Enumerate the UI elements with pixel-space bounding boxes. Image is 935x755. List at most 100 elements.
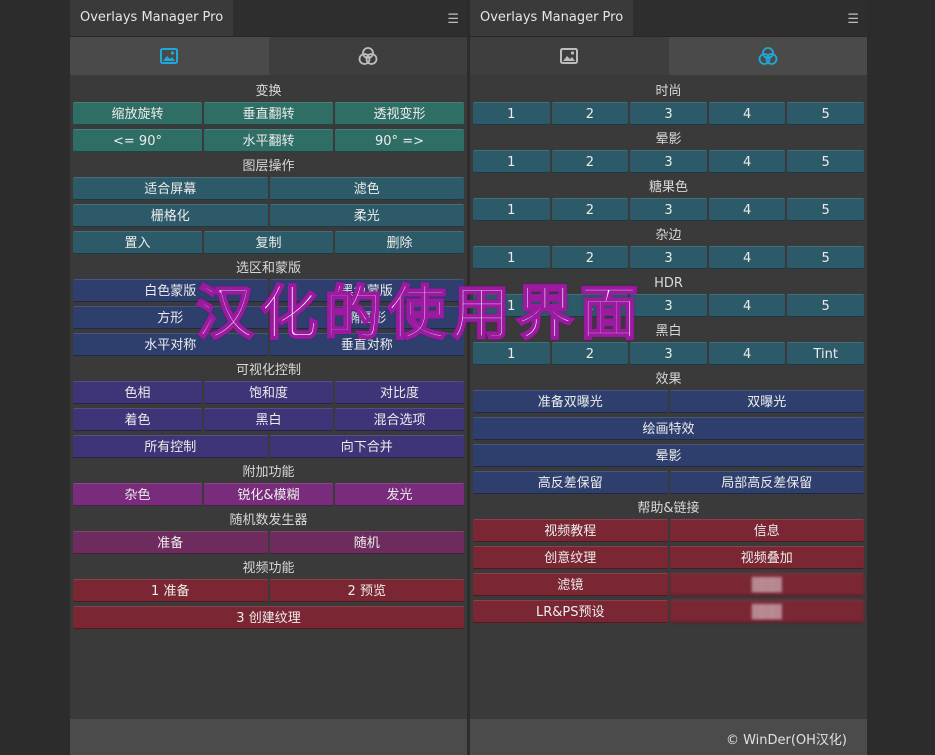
action-button[interactable]: 随机 xyxy=(269,531,464,554)
color-mode-tab[interactable] xyxy=(268,37,467,75)
action-button[interactable]: 局部高反差保留 xyxy=(669,471,864,494)
image-icon xyxy=(560,48,579,64)
action-button[interactable]: 4 xyxy=(708,150,786,173)
action-button[interactable]: 杂色 xyxy=(73,483,202,506)
action-button[interactable]: 3 xyxy=(630,102,707,125)
action-button[interactable]: 准备 xyxy=(73,531,268,554)
action-button[interactable]: 4 xyxy=(708,102,786,125)
action-button[interactable]: 适合屏幕 xyxy=(73,177,268,200)
action-button[interactable]: 视频教程 xyxy=(473,519,668,542)
action-button[interactable]: 信息 xyxy=(669,519,864,542)
action-button[interactable]: 椭圆形 xyxy=(269,306,464,329)
action-button[interactable]: 90° => xyxy=(335,129,464,152)
left-panel-title-tab[interactable]: Overlays Manager Pro xyxy=(70,0,234,36)
obscured-button[interactable]: ███ xyxy=(669,573,864,596)
action-button[interactable]: 1 xyxy=(473,246,550,269)
action-button[interactable]: 1 xyxy=(473,150,550,173)
section-title: 附加功能 xyxy=(242,465,295,480)
action-button[interactable]: 5 xyxy=(787,150,864,173)
action-button[interactable]: 着色 xyxy=(73,408,202,431)
action-button[interactable]: 所有控制 xyxy=(73,435,268,458)
action-button[interactable]: 柔光 xyxy=(269,204,464,227)
action-button[interactable]: 创意纹理 xyxy=(473,546,668,569)
button-row: 12345 xyxy=(473,246,864,269)
action-button[interactable]: 3 xyxy=(630,294,707,317)
action-button[interactable]: 透视变形 xyxy=(335,102,464,125)
color-mode-tab[interactable] xyxy=(668,37,867,75)
action-button[interactable]: 向下合并 xyxy=(269,435,464,458)
action-button[interactable]: 置入 xyxy=(73,231,202,254)
button-row: 色相 饱和度 对比度 xyxy=(73,381,464,404)
action-button[interactable]: 水平对称 xyxy=(73,333,268,356)
action-button[interactable]: 4 xyxy=(708,198,786,221)
action-button[interactable]: 3 创建纹理 xyxy=(73,606,464,629)
image-mode-tab[interactable] xyxy=(70,37,269,75)
action-button[interactable]: 3 xyxy=(630,198,707,221)
action-button[interactable]: 1 准备 xyxy=(73,579,268,602)
action-button[interactable]: 栅格化 xyxy=(73,204,268,227)
action-button[interactable]: <= 90° xyxy=(73,129,202,152)
action-button[interactable]: 3 xyxy=(630,342,707,365)
right-panel-title-tab[interactable]: Overlays Manager Pro xyxy=(470,0,634,36)
action-button[interactable]: 缩放旋转 xyxy=(73,102,202,125)
button-row: 视频教程 信息 xyxy=(473,519,864,542)
button-row: 1 准备 2 预览 xyxy=(73,579,464,602)
action-button[interactable]: 2 xyxy=(551,294,629,317)
button-row: LR&PS预设 ███ xyxy=(473,600,864,623)
action-button[interactable]: 1 xyxy=(473,342,550,365)
image-mode-tab[interactable] xyxy=(470,37,669,75)
action-button[interactable]: 5 xyxy=(787,294,864,317)
action-button[interactable]: 5 xyxy=(787,246,864,269)
action-button[interactable]: 垂直对称 xyxy=(269,333,464,356)
action-button[interactable]: 滤镜 xyxy=(473,573,668,596)
action-button[interactable]: 1 xyxy=(473,102,550,125)
action-button[interactable]: 晕影 xyxy=(473,444,864,467)
obscured-button[interactable]: ███ xyxy=(669,600,864,623)
action-button[interactable]: 白色蒙版 xyxy=(73,279,268,302)
action-button[interactable]: LR&PS预设 xyxy=(473,600,668,623)
action-button[interactable]: 4 xyxy=(708,246,786,269)
action-button[interactable]: 黑白 xyxy=(204,408,333,431)
button-row: 高反差保留 局部高反差保留 xyxy=(473,471,864,494)
action-button[interactable]: 绘画特效 xyxy=(473,417,864,440)
section-title: 选区和蒙版 xyxy=(235,261,301,276)
action-button[interactable]: 2 xyxy=(551,342,629,365)
action-button[interactable]: 删除 xyxy=(335,231,464,254)
action-button[interactable]: 2 xyxy=(551,246,629,269)
action-button[interactable]: 高反差保留 xyxy=(473,471,668,494)
button-row: 准备双曝光 双曝光 xyxy=(473,390,864,413)
action-button[interactable]: 5 xyxy=(787,102,864,125)
action-button[interactable]: 2 预览 xyxy=(269,579,464,602)
action-button[interactable]: 黑色蒙版 xyxy=(269,279,464,302)
action-button[interactable]: 双曝光 xyxy=(669,390,864,413)
left-panel-header: Overlays Manager Pro ☰ xyxy=(70,0,467,37)
action-button[interactable]: 1 xyxy=(473,294,550,317)
action-button[interactable]: 锐化&模糊 xyxy=(204,483,333,506)
action-button[interactable]: 滤色 xyxy=(269,177,464,200)
left-mode-bar xyxy=(70,37,467,75)
action-button[interactable]: 混合选项 xyxy=(335,408,464,431)
action-button[interactable]: 垂直翻转 xyxy=(204,102,333,125)
action-button[interactable]: 3 xyxy=(630,150,707,173)
action-button[interactable]: 方形 xyxy=(73,306,268,329)
hamburger-menu-icon[interactable]: ☰ xyxy=(847,12,859,27)
action-button[interactable]: 水平翻转 xyxy=(204,129,333,152)
action-button[interactable]: 2 xyxy=(551,150,629,173)
section-title: HDR xyxy=(654,276,683,291)
action-button[interactable]: 3 xyxy=(630,246,707,269)
action-button[interactable]: 1 xyxy=(473,198,550,221)
action-button[interactable]: 发光 xyxy=(335,483,464,506)
action-button[interactable]: 复制 xyxy=(204,231,333,254)
action-button[interactable]: 视频叠加 xyxy=(669,546,864,569)
action-button[interactable]: 2 xyxy=(551,102,629,125)
action-button[interactable]: 色相 xyxy=(73,381,202,404)
action-button[interactable]: 饱和度 xyxy=(204,381,333,404)
hamburger-menu-icon[interactable]: ☰ xyxy=(447,12,459,27)
action-button[interactable]: 4 xyxy=(708,294,786,317)
action-button[interactable]: 4 xyxy=(708,342,786,365)
action-button[interactable]: 对比度 xyxy=(335,381,464,404)
action-button[interactable]: 准备双曝光 xyxy=(473,390,668,413)
action-button[interactable]: 5 xyxy=(787,198,864,221)
action-button[interactable]: 2 xyxy=(551,198,629,221)
action-button[interactable]: Tint xyxy=(787,342,864,365)
